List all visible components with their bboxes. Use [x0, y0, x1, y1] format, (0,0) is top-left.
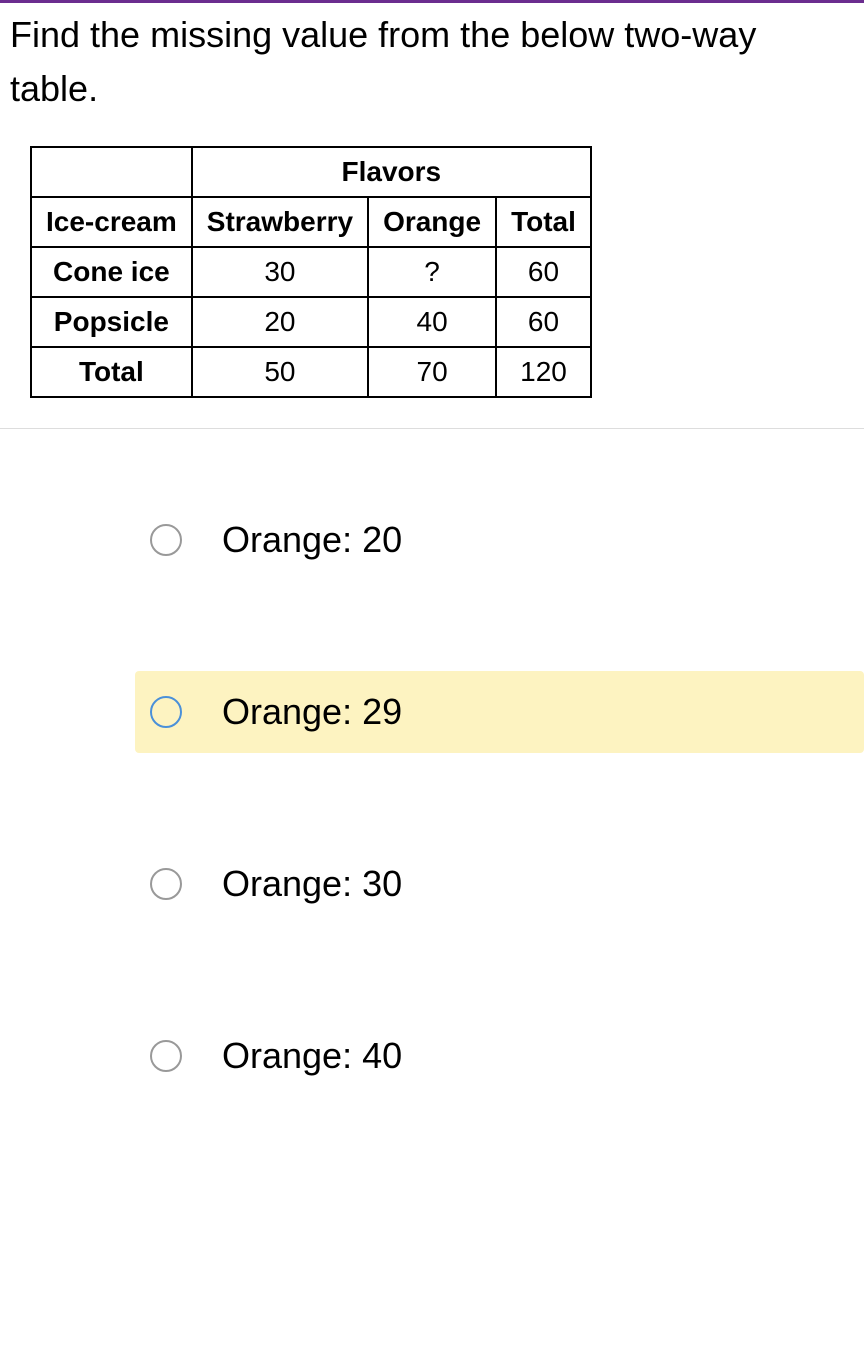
total-header: Total — [496, 197, 591, 247]
radio-icon — [150, 696, 182, 728]
option-3[interactable]: Orange: 30 — [135, 843, 864, 925]
empty-header — [31, 147, 192, 197]
tot-orange-cell: 70 — [368, 347, 496, 397]
pop-orange-cell: 40 — [368, 297, 496, 347]
tot-total-cell: 120 — [496, 347, 591, 397]
two-way-table: Flavors Ice-cream Strawberry Orange Tota… — [0, 146, 864, 428]
pop-strawberry-cell: 20 — [192, 297, 368, 347]
question-text: Find the missing value from the below tw… — [0, 8, 864, 146]
tot-strawberry-cell: 50 — [192, 347, 368, 397]
radio-icon — [150, 524, 182, 556]
option-label: Orange: 30 — [222, 863, 402, 905]
radio-icon — [150, 1040, 182, 1072]
strawberry-header: Strawberry — [192, 197, 368, 247]
orange-header: Orange — [368, 197, 496, 247]
cone-ice-row-header: Cone ice — [31, 247, 192, 297]
ice-cream-header: Ice-cream — [31, 197, 192, 247]
option-2[interactable]: Orange: 29 — [135, 671, 864, 753]
option-label: Orange: 40 — [222, 1035, 402, 1077]
option-4[interactable]: Orange: 40 — [135, 1015, 864, 1097]
popsicle-row-header: Popsicle — [31, 297, 192, 347]
cone-total-cell: 60 — [496, 247, 591, 297]
flavors-header: Flavors — [192, 147, 591, 197]
total-row-header: Total — [31, 347, 192, 397]
option-label: Orange: 20 — [222, 519, 402, 561]
option-1[interactable]: Orange: 20 — [135, 499, 864, 581]
radio-icon — [150, 868, 182, 900]
pop-total-cell: 60 — [496, 297, 591, 347]
answer-options: Orange: 20 Orange: 29 Orange: 30 Orange:… — [0, 429, 864, 1137]
cone-orange-cell: ? — [368, 247, 496, 297]
cone-strawberry-cell: 30 — [192, 247, 368, 297]
option-label: Orange: 29 — [222, 691, 402, 733]
